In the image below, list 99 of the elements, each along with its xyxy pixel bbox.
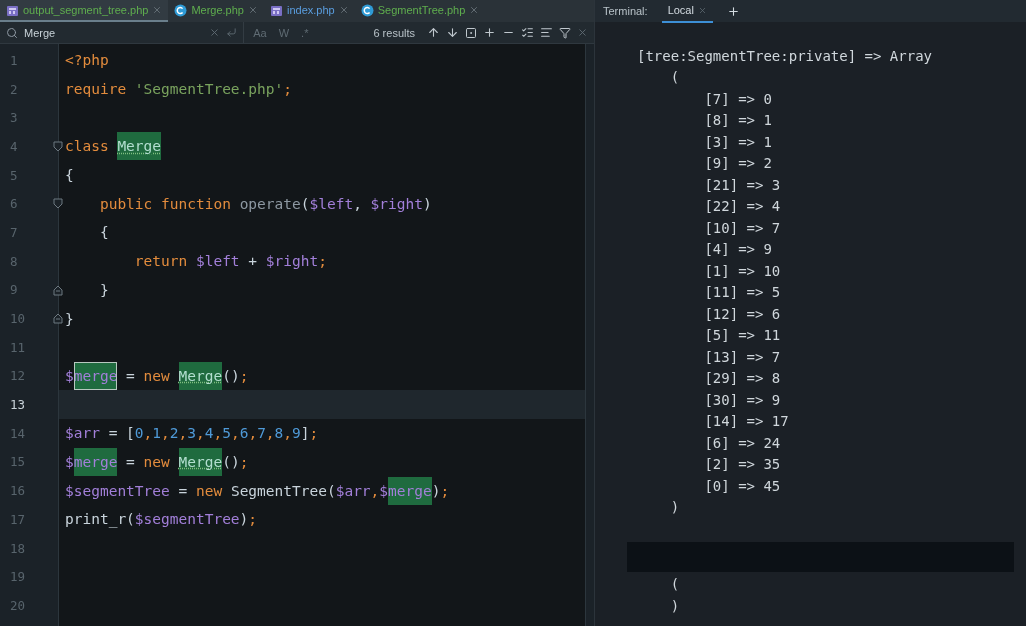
results-count: 6 results [373,26,415,39]
terminal-line: [6] => 24 [703,433,782,453]
align-icon[interactable] [540,26,553,39]
tab-label: index.php [286,4,335,16]
code-line: } [64,309,75,329]
code-line: require 'SegmentTree.php'; [64,80,293,100]
terminal-line: [11] => 5 [703,283,782,303]
close-icon[interactable] [469,5,480,15]
line-number: 18 [9,539,27,558]
terminal-line: [4] => 9 [703,240,773,260]
code-line: class Merge [59,132,585,161]
line-number: 16 [9,482,27,501]
close-icon[interactable] [577,27,588,38]
search-option[interactable]: .* [298,26,312,39]
code-line: $merge = new Merge(); [59,361,585,391]
terminal-line: [21] => 3 [703,175,782,195]
close-icon[interactable] [152,5,163,15]
php-file-icon [269,3,283,17]
terminal-line: [5] => 11 [703,326,782,346]
editor-tab[interactable]: Merge.php [168,0,264,22]
tab-label: output_segment_tree.php [23,4,149,16]
code-line: $merge = new Merge(); [59,447,585,477]
code-line: { [64,166,75,186]
line-number: 7 [9,223,19,242]
select-occurrences-icon[interactable] [521,26,534,39]
close-icon[interactable] [247,5,258,15]
select-all-icon[interactable] [465,26,477,39]
scrollbar[interactable] [585,44,594,626]
line-number: 13 [9,396,27,415]
terminal-line: [22] => 4 [703,197,782,217]
editor-tab[interactable]: output_segment_tree.php [0,0,169,22]
tab-label: SegmentTree.php [377,4,466,16]
terminal-line: [0] => 45 [703,476,782,496]
add-icon[interactable] [726,4,740,18]
line-number: 4 [0,132,58,161]
line-number: 15 [9,453,27,472]
terminal-line: ) [669,498,681,518]
search-icon [6,26,18,39]
terminal-line: [2] => 35 [703,455,782,475]
line-number: 2 [9,80,19,99]
code-line: } [98,280,110,300]
line-number: 20 [9,596,27,615]
line-number: 11 [9,338,27,357]
line-number: 5 [9,166,19,185]
terminal-line: [13] => 7 [703,347,782,367]
search-option[interactable]: W [275,26,293,39]
terminal-label: Terminal: [603,5,648,17]
newline-icon[interactable] [226,27,238,38]
class-file-icon [360,3,374,17]
add-occurrence-icon[interactable] [483,26,496,39]
close-icon[interactable] [338,5,349,15]
terminal-line: [8] => 1 [703,111,773,131]
terminal-line: [tree:SegmentTree:private] => Array [637,46,933,66]
terminal-tab[interactable]: Local [661,0,713,23]
terminal-line: [29] => 8 [703,369,782,389]
code-line: print_r($segmentTree); [64,510,259,530]
line-number: 19 [9,568,27,587]
code-line: <?php [64,51,110,71]
code-line: return $left + $right; [133,252,328,272]
line-number: 17 [9,510,27,529]
terminal-line: [10] => 7 [703,218,782,238]
fold-icon[interactable] [53,141,63,153]
search-field[interactable]: Merge [6,22,245,43]
fold-icon[interactable] [53,313,63,325]
close-icon[interactable] [697,5,707,15]
editor-tab[interactable]: SegmentTree.php [354,0,486,22]
line-number: 1 [9,51,19,70]
terminal-line: [12] => 6 [703,304,782,324]
clear-icon[interactable] [209,27,221,38]
line-number: 9 [0,275,58,305]
terminal-line: [14] => 17 [703,412,790,432]
editor-tab[interactable]: index.php [263,0,355,22]
code-line: { [98,223,110,243]
fold-icon[interactable] [53,284,63,296]
terminal-line: [1] => 10 [703,261,782,281]
terminal-line: [3] => 1 [703,132,773,152]
filter-icon[interactable] [559,26,571,39]
terminal-line: [9] => 2 [703,154,773,174]
terminal-line: ( [669,68,681,88]
terminal-line: ) [669,596,681,616]
line-number: 3 [9,109,19,128]
line-number: 8 [9,252,19,271]
terminal-line: ( [669,575,681,595]
search-option[interactable]: Aa [250,26,270,39]
class-file-icon [174,3,188,17]
line-number: 12 [9,367,27,386]
fold-icon[interactable] [53,198,63,210]
line-number: 10 [0,304,58,333]
next-match-icon[interactable] [446,26,459,39]
code-line: $segmentTree = new SegmentTree($arr,$merge); [59,476,585,505]
php-file-icon [6,3,19,17]
tab-label: Merge.php [191,4,244,16]
terminal-line: [30] => 9 [703,390,782,410]
previous-match-icon[interactable] [427,26,440,39]
line-number: 14 [9,424,27,443]
terminal-line: [7] => 0 [703,89,773,109]
code-line: $arr = [0,1,2,3,4,5,6,7,8,9]; [64,424,320,444]
line-number: 6 [0,189,58,219]
code-line: public function operate($left, $right) [98,194,433,214]
